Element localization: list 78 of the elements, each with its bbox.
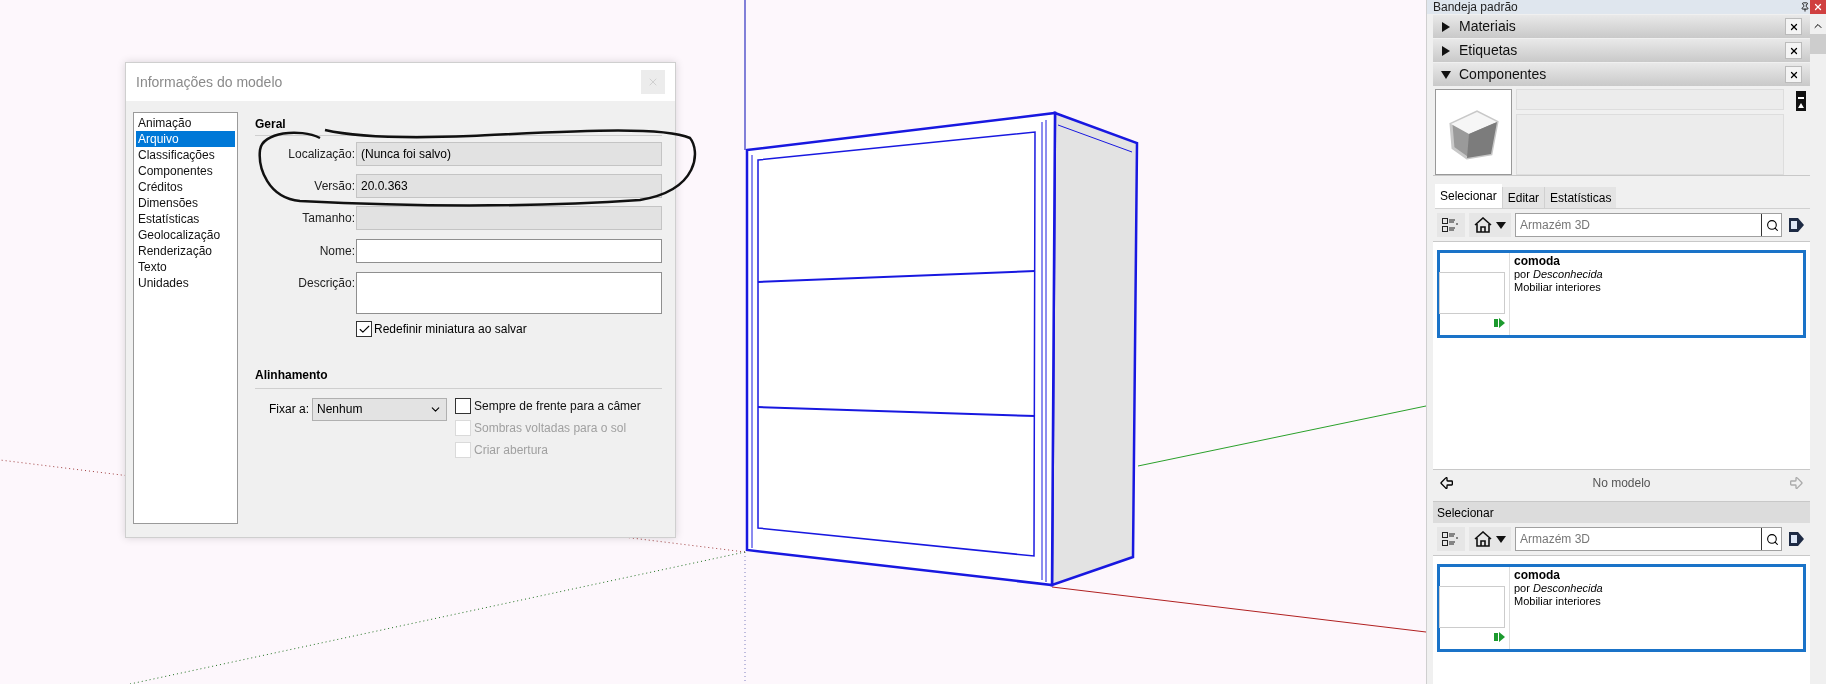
close-icon bbox=[1788, 69, 1799, 80]
home-button[interactable] bbox=[1469, 213, 1511, 237]
close-icon bbox=[1788, 21, 1799, 32]
tray-title: Bandeja padrão bbox=[1433, 1, 1518, 13]
close-icon bbox=[1788, 45, 1799, 56]
caret-down-icon bbox=[1496, 535, 1506, 543]
section-heading: Alinhamento bbox=[255, 367, 329, 384]
home-icon bbox=[1474, 531, 1492, 547]
view-options-button[interactable] bbox=[1437, 213, 1465, 237]
page-arrow-icon[interactable] bbox=[1786, 529, 1806, 549]
thumbnail-frame bbox=[1439, 272, 1505, 314]
component-author: por Desconhecida bbox=[1514, 582, 1603, 595]
close-button[interactable] bbox=[1785, 42, 1802, 59]
panel-header[interactable]: Etiquetas bbox=[1433, 39, 1810, 62]
category-item[interactable]: Geolocalização bbox=[136, 227, 235, 243]
tab[interactable]: Estatísticas bbox=[1544, 187, 1617, 208]
expand-triangle-icon[interactable] bbox=[1441, 69, 1451, 80]
tab[interactable]: Selecionar bbox=[1435, 184, 1502, 208]
component-name: comoda bbox=[1514, 569, 1561, 582]
category-item[interactable]: Classificações bbox=[136, 147, 235, 163]
field-label: Tamanho: bbox=[302, 210, 355, 227]
field-label: Descrição: bbox=[298, 275, 355, 292]
close-icon bbox=[647, 76, 659, 88]
back-arrow-icon[interactable] bbox=[1439, 474, 1455, 491]
component-description-field[interactable] bbox=[1516, 114, 1784, 175]
category-item[interactable]: Texto bbox=[136, 259, 235, 275]
component-card[interactable]: comoda por Desconhecida Mobiliar interiores bbox=[1437, 250, 1806, 338]
expand-triangle-icon[interactable] bbox=[1441, 21, 1451, 32]
checkbox-label: Sempre de frente para a câmer bbox=[474, 398, 641, 415]
arrow-square-icon bbox=[1494, 632, 1505, 642]
snap-dropdown[interactable]: Nenhum bbox=[312, 397, 447, 421]
field-label: Nome: bbox=[319, 243, 355, 260]
category-item[interactable]: Arquivo bbox=[136, 131, 235, 147]
view-options-button[interactable] bbox=[1437, 527, 1465, 551]
component-category: Mobiliar interiores bbox=[1514, 595, 1602, 608]
collection-label: No modelo bbox=[1592, 474, 1651, 492]
close-button[interactable] bbox=[1785, 18, 1802, 35]
caret-down-icon bbox=[1496, 221, 1506, 229]
list-view-icon bbox=[1442, 218, 1460, 232]
checkbox[interactable] bbox=[455, 398, 471, 414]
description-field[interactable] bbox=[356, 272, 662, 314]
field-label: Fixar a: bbox=[269, 401, 309, 418]
list-view-icon bbox=[1442, 532, 1460, 546]
scroll-thumb[interactable] bbox=[1810, 34, 1826, 54]
tab[interactable]: Editar bbox=[1501, 187, 1545, 208]
collapse-panel-icon[interactable] bbox=[1796, 91, 1806, 111]
arrow-square-icon bbox=[1494, 318, 1505, 328]
field-label: Versão: bbox=[314, 178, 355, 195]
field-label: Localização: bbox=[288, 146, 355, 163]
component-author: por Desconhecida bbox=[1514, 268, 1603, 281]
checkbox-label: Criar abertura bbox=[474, 442, 549, 459]
category-item[interactable]: Estatísticas bbox=[136, 211, 235, 227]
checkbox[interactable] bbox=[356, 321, 372, 337]
home-icon bbox=[1474, 217, 1492, 233]
checkbox-label: Redefinir miniatura ao salvar bbox=[374, 321, 527, 338]
category-item[interactable]: Renderização bbox=[136, 243, 235, 259]
section-heading: Geral bbox=[255, 116, 287, 133]
component-category: Mobiliar interiores bbox=[1514, 281, 1602, 294]
page-arrow-icon[interactable] bbox=[1786, 215, 1806, 235]
checkbox-label: Sombras voltadas para o sol bbox=[474, 420, 627, 437]
text-field[interactable] bbox=[356, 239, 662, 263]
component-card[interactable]: comoda por Desconhecida Mobiliar interiores bbox=[1437, 564, 1806, 652]
category-item[interactable]: Unidades bbox=[136, 275, 235, 291]
component-name: comoda bbox=[1514, 255, 1561, 268]
dialog-title: Informações do modelo bbox=[136, 72, 283, 92]
close-icon[interactable] bbox=[1813, 2, 1823, 12]
category-item[interactable]: Dimensões bbox=[136, 195, 235, 211]
category-item[interactable]: Animação bbox=[136, 115, 235, 131]
section-heading: Selecionar bbox=[1437, 504, 1494, 522]
thumbnail-frame bbox=[1439, 586, 1505, 628]
panel-header[interactable]: Componentes bbox=[1433, 63, 1810, 86]
expand-triangle-icon[interactable] bbox=[1441, 45, 1451, 56]
category-item[interactable]: Créditos bbox=[136, 179, 235, 195]
pin-icon[interactable] bbox=[1800, 2, 1810, 12]
panel-header[interactable]: Materiais bbox=[1433, 15, 1810, 38]
home-button[interactable] bbox=[1469, 527, 1511, 551]
close-button[interactable] bbox=[1785, 66, 1802, 83]
category-item[interactable]: Componentes bbox=[136, 163, 235, 179]
